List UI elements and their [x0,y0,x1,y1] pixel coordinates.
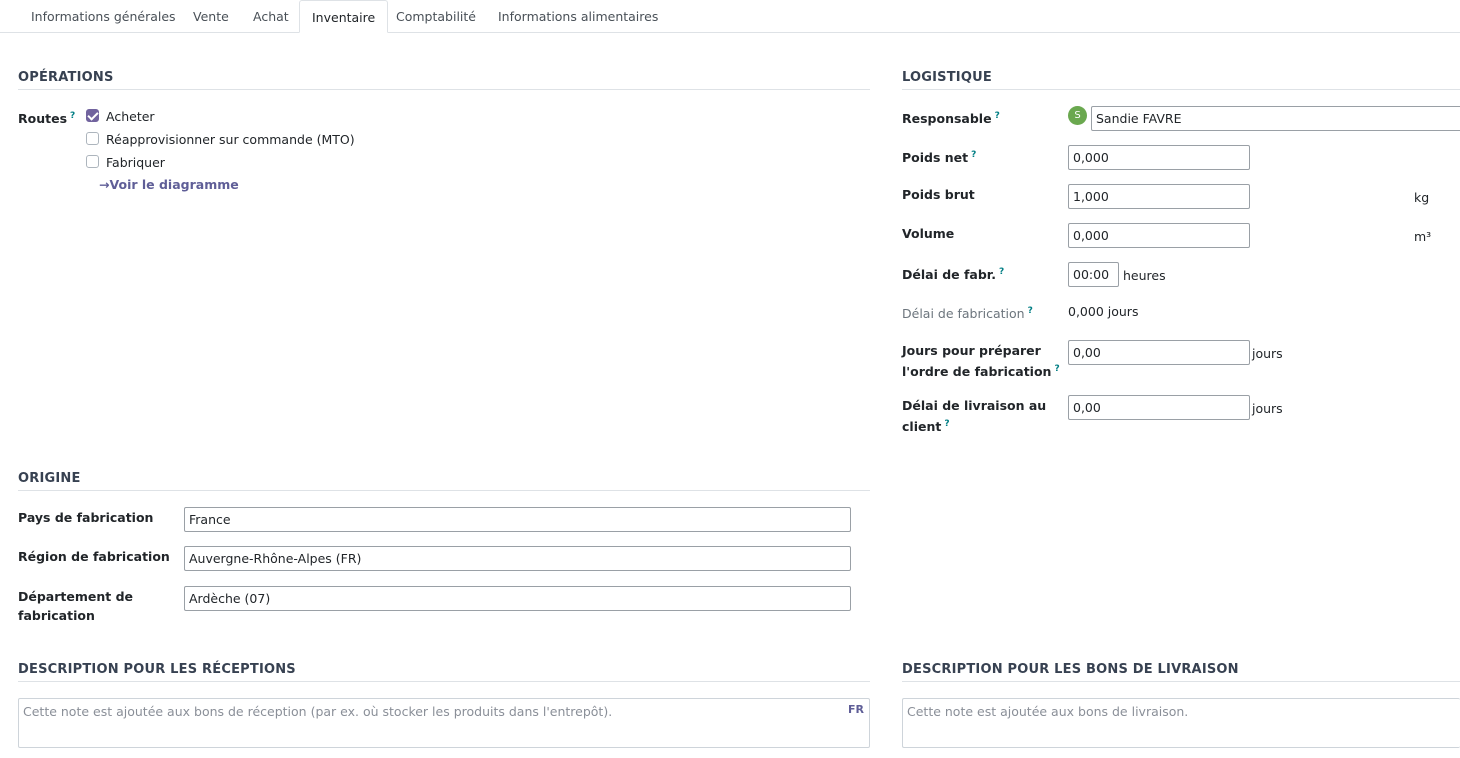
receipts-description-field[interactable]: Cette note est ajoutée aux bons de récep… [18,698,870,748]
route-fabriquer-label[interactable]: Fabriquer [106,153,165,172]
tab-comptabilite[interactable]: Comptabilité [396,0,476,33]
region-label: Région de fabrication [18,549,170,564]
net-weight-field[interactable]: 0,000 [1068,145,1250,170]
receipts-section-title: DESCRIPTION POUR LES RÉCEPTIONS [18,662,870,682]
country-label: Pays de fabrication [18,510,154,525]
route-acheter-label[interactable]: Acheter [106,107,155,126]
prep-days-field[interactable]: 0,00 [1068,340,1250,365]
tab-bar: Informations générales Vente Achat Inven… [0,0,1460,33]
volume-unit: m³ [1414,229,1432,244]
department-field[interactable]: Ardèche (07) [184,586,851,611]
delivery-lead-label: Délai de livraison au client? [902,398,1047,435]
delivery-lead-help-icon[interactable]: ? [944,419,949,429]
net-weight-label: Poids net? [902,150,977,166]
route-mto-checkbox[interactable] [86,132,99,145]
tab-inventaire[interactable]: Inventaire [299,0,389,33]
route-fabriquer-checkbox[interactable] [86,155,99,168]
manuf-lead-field[interactable]: 00:00 [1068,262,1119,287]
delivery-lead-unit: jours [1252,401,1283,416]
responsible-avatar: S [1068,106,1087,125]
department-label: Département de fabrication [18,589,134,623]
route-mto-label[interactable]: Réapprovisionner sur commande (MTO) [106,130,355,149]
language-badge[interactable]: FR [848,702,864,718]
manuf-delay-value: 0,000 jours [1068,304,1139,319]
country-field[interactable]: France [184,507,851,532]
tab-informations-alimentaires[interactable]: Informations alimentaires [498,0,658,33]
view-diagram-link[interactable]: →Voir le diagramme [99,177,239,192]
deliveries-placeholder: Cette note est ajoutée aux bons de livra… [907,704,1189,719]
deliveries-section-title: DESCRIPTION POUR LES BONS DE LIVRAISON [902,662,1460,682]
operations-section-title: OPÉRATIONS [18,70,870,90]
route-acheter-checkbox[interactable] [86,109,99,122]
origin-section-title: ORIGINE [18,471,870,491]
manuf-delay-help-icon[interactable]: ? [1028,306,1033,316]
receipts-placeholder: Cette note est ajoutée aux bons de récep… [23,704,613,719]
deliveries-description-field[interactable]: Cette note est ajoutée aux bons de livra… [902,698,1460,748]
arrow-right-icon: → [99,177,110,192]
net-weight-help-icon[interactable]: ? [971,150,976,160]
prep-days-help-icon[interactable]: ? [1054,364,1059,374]
routes-help-icon[interactable]: ? [70,111,75,121]
responsible-label: Responsable? [902,111,1000,127]
tab-vente[interactable]: Vente [193,0,229,33]
routes-label: Routes? [18,111,76,127]
delivery-lead-field[interactable]: 0,00 [1068,395,1250,420]
manuf-lead-label: Délai de fabr.? [902,267,1005,283]
prep-days-unit: jours [1252,346,1283,361]
gross-weight-unit: kg [1414,190,1430,205]
logistics-section-title: LOGISTIQUE [902,70,1460,90]
prep-days-label: Jours pour préparer l'ordre de fabricatio… [902,343,1060,380]
volume-field[interactable]: 0,000 [1068,223,1250,248]
region-field[interactable]: Auvergne-Rhône-Alpes (FR) [184,546,851,571]
manuf-delay-label: Délai de fabrication? [902,306,1033,322]
manuf-lead-help-icon[interactable]: ? [999,267,1004,277]
responsible-field[interactable]: Sandie FAVRE [1091,106,1460,131]
gross-weight-label: Poids brut [902,187,975,202]
tab-informations-generales[interactable]: Informations générales [31,0,176,33]
manuf-lead-unit: heures [1123,268,1166,283]
volume-label: Volume [902,226,955,241]
gross-weight-field[interactable]: 1,000 [1068,184,1250,209]
responsible-help-icon[interactable]: ? [995,111,1000,121]
tab-achat[interactable]: Achat [253,0,289,33]
